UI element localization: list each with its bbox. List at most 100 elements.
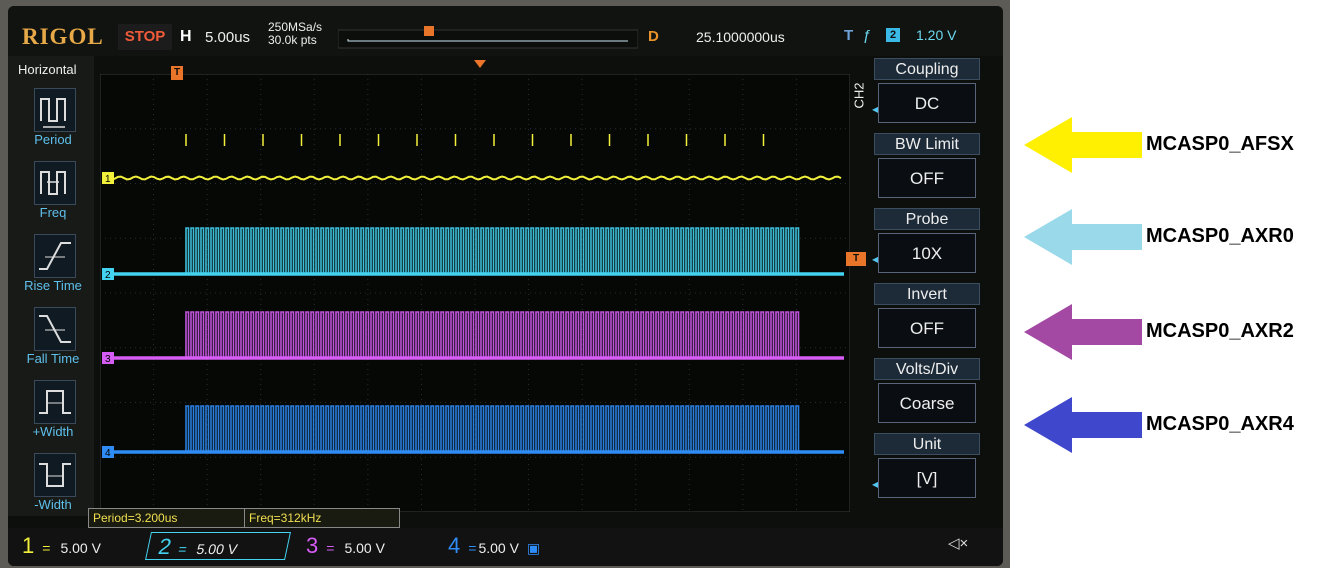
arrow-left-icon bbox=[1024, 117, 1142, 173]
bw-limit-value[interactable]: OFF bbox=[878, 158, 976, 198]
brand-logo: RIGOL bbox=[22, 24, 104, 49]
measure-positive-width-button[interactable]: +Width bbox=[16, 378, 90, 442]
channel-4-scale: 5.00 V bbox=[478, 540, 519, 556]
probe-menu-item[interactable]: Probe ◀ 10X bbox=[872, 208, 980, 278]
channel-4-trace bbox=[112, 405, 844, 453]
positive-width-icon bbox=[34, 380, 76, 424]
dc-coupling-icon: = bbox=[326, 540, 335, 556]
channel-1-status[interactable]: 1 = 5.00 V bbox=[22, 532, 142, 560]
bw-limit-title: BW Limit bbox=[874, 133, 980, 155]
annotation-axr0: MCASP0_AXR0 bbox=[1024, 207, 1324, 267]
run-stop-status[interactable]: STOP bbox=[118, 24, 172, 50]
unit-value[interactable]: [V] bbox=[878, 458, 976, 498]
sound-icon[interactable]: ◁× bbox=[948, 534, 968, 552]
dc-coupling-icon: = bbox=[468, 540, 477, 556]
period-label: Period bbox=[34, 132, 72, 147]
probe-value[interactable]: 10X bbox=[878, 233, 976, 273]
arrow-left-icon bbox=[1024, 397, 1142, 453]
channel-3-status[interactable]: 3 = 5.00 V bbox=[306, 532, 426, 560]
dc-coupling-icon: = bbox=[42, 540, 51, 556]
trigger-time-marker: T bbox=[171, 66, 183, 80]
negative-width-label: -Width bbox=[34, 497, 72, 512]
channel-status-bar: 1 = 5.00 V 2 = 5.00 V 3 = 5.00 V 4 = 5.00 V ▣ bbox=[8, 528, 1003, 566]
delay-indicator: D bbox=[648, 28, 659, 45]
channel-4-marker-label: 4 bbox=[105, 448, 111, 459]
channel-3-number: 3 bbox=[306, 533, 319, 558]
annotation-label: MCASP0_AFSX bbox=[1146, 133, 1294, 155]
negative-width-icon bbox=[34, 453, 76, 497]
arrow-left-icon bbox=[1024, 209, 1142, 265]
coupling-title: Coupling bbox=[874, 58, 980, 80]
acquisition-info: 250MSa/s 30.0k pts bbox=[268, 21, 322, 47]
measurement-readouts: Period=3.200us Freq=312kHz bbox=[88, 508, 408, 528]
channel-2-scale: 5.00 V bbox=[195, 541, 239, 557]
unit-menu-item[interactable]: Unit ◀ [V] bbox=[872, 433, 980, 503]
measure-freq-button[interactable]: Freq bbox=[16, 159, 90, 223]
left-menu-title: Horizontal bbox=[18, 62, 77, 77]
channel-1-number: 1 bbox=[22, 533, 35, 558]
trigger-level-marker[interactable]: T bbox=[846, 252, 866, 266]
annotation-axr2: MCASP0_AXR2 bbox=[1024, 302, 1324, 362]
annotation-afsx: MCASP0_AFSX bbox=[1024, 115, 1324, 175]
coupling-menu-item[interactable]: Coupling ◀ DC bbox=[872, 58, 980, 128]
right-menu-channel-label: CH2 bbox=[851, 82, 867, 109]
channel-1-scale: 5.00 V bbox=[60, 540, 101, 556]
channel-settings-menu: Coupling ◀ DC BW Limit OFF Probe ◀ 10X I… bbox=[870, 56, 985, 498]
invert-title: Invert bbox=[874, 283, 980, 305]
volts-div-menu-item[interactable]: Volts/Div Coarse bbox=[874, 358, 980, 428]
timebase-value[interactable]: 5.00us bbox=[205, 29, 250, 46]
channel-2-marker-label: 2 bbox=[105, 270, 111, 281]
unit-title: Unit bbox=[874, 433, 980, 455]
measure-negative-width-button[interactable]: -Width bbox=[16, 451, 90, 515]
channel-3-scale: 5.00 V bbox=[344, 540, 385, 556]
arrow-left-icon bbox=[1024, 304, 1142, 360]
measure-period-button[interactable]: Period bbox=[16, 86, 90, 150]
channel-2-status[interactable]: 2 = 5.00 V bbox=[145, 532, 291, 560]
memory-overview-waveform bbox=[338, 26, 638, 49]
annotation-axr4: MCASP0_AXR4 bbox=[1024, 395, 1324, 455]
annotation-label: MCASP0_AXR4 bbox=[1146, 413, 1294, 435]
trigger-indicator: T bbox=[844, 27, 854, 44]
annotation-label: MCASP0_AXR0 bbox=[1146, 225, 1294, 247]
rise-time-label: Rise Time bbox=[24, 278, 82, 293]
channel-4-status[interactable]: 4 = 5.00 V ▣ bbox=[448, 532, 578, 560]
freq-label: Freq bbox=[39, 205, 67, 220]
top-status-bar: RIGOL STOP H 5.00us 250MSa/s 30.0k pts D… bbox=[8, 6, 1003, 56]
channel-2-number: 2 bbox=[156, 534, 174, 559]
volts-div-title: Volts/Div bbox=[874, 358, 980, 380]
memory-depth: 30.0k pts bbox=[268, 33, 317, 47]
probe-title: Probe bbox=[874, 208, 980, 230]
invert-menu-item[interactable]: Invert OFF bbox=[874, 283, 980, 353]
measure-fall-time-button[interactable]: Fall Time bbox=[16, 305, 90, 369]
fall-time-icon bbox=[34, 307, 76, 351]
volts-div-value[interactable]: Coarse bbox=[878, 383, 976, 423]
horizontal-center-marker bbox=[474, 60, 486, 68]
rising-edge-icon: ƒ bbox=[863, 27, 872, 44]
period-measurement: Period=3.200us bbox=[88, 508, 246, 528]
period-icon bbox=[34, 88, 76, 132]
dc-coupling-icon: = bbox=[176, 541, 189, 557]
rise-time-icon bbox=[34, 234, 76, 278]
channel-3-trace bbox=[112, 311, 844, 359]
waveform-display: 1 2 3 4 bbox=[100, 74, 850, 512]
bandwidth-limit-icon: ▣ bbox=[526, 540, 541, 556]
channel-4-number: 4 bbox=[448, 533, 461, 558]
horizontal-indicator: H bbox=[180, 28, 192, 45]
fall-time-label: Fall Time bbox=[26, 351, 80, 366]
positive-width-label: +Width bbox=[32, 424, 74, 439]
coupling-value[interactable]: DC bbox=[878, 83, 976, 123]
trigger-level-value[interactable]: 1.20 V bbox=[916, 27, 956, 43]
freq-measurement: Freq=312kHz bbox=[244, 508, 400, 528]
invert-value[interactable]: OFF bbox=[878, 308, 976, 348]
measure-rise-time-button[interactable]: Rise Time bbox=[16, 232, 90, 296]
bw-limit-menu-item[interactable]: BW Limit OFF bbox=[874, 133, 980, 203]
annotation-label: MCASP0_AXR2 bbox=[1146, 320, 1294, 342]
horizontal-measure-menu: Horizontal Period Freq Rise Time Fall Ti… bbox=[8, 56, 94, 516]
channel-1-marker-label: 1 bbox=[105, 174, 111, 185]
channel-3-marker-label: 3 bbox=[105, 354, 111, 365]
trigger-position-marker bbox=[424, 26, 434, 36]
channel-2-trace bbox=[112, 227, 844, 275]
oscilloscope-screen: RIGOL STOP H 5.00us 250MSa/s 30.0k pts D… bbox=[8, 6, 1003, 566]
trigger-delay-value[interactable]: 25.1000000us bbox=[696, 29, 785, 45]
frequency-icon bbox=[34, 161, 76, 205]
